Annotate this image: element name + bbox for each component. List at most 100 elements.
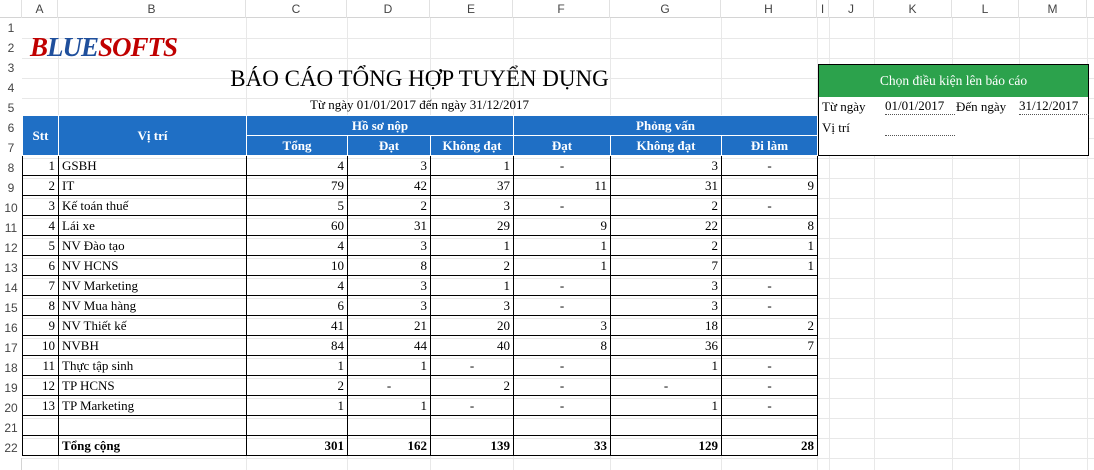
empty-cell[interactable]	[347, 415, 431, 436]
row-interview-passed[interactable]: 9	[513, 215, 611, 236]
column-header-e[interactable]: E	[430, 0, 513, 18]
column-header-m[interactable]: M	[1019, 0, 1087, 18]
row-working[interactable]: -	[721, 355, 818, 376]
row-header-14[interactable]: 14	[0, 278, 22, 298]
row-position[interactable]: NV HCNS	[58, 255, 247, 276]
row-header-6[interactable]: 6	[0, 118, 22, 138]
header-group-profile[interactable]: Hồ sơ nộp	[246, 115, 514, 136]
header-position[interactable]: Vị trí	[58, 115, 247, 156]
row-passed[interactable]: 8	[347, 255, 431, 276]
column-header-f[interactable]: F	[513, 0, 610, 18]
row-interview-passed[interactable]: 1	[513, 255, 611, 276]
position-input[interactable]	[885, 119, 955, 136]
row-working[interactable]: 2	[721, 315, 818, 336]
row-failed[interactable]: 1	[430, 155, 514, 176]
row-position[interactable]: GSBH	[58, 155, 247, 176]
row-passed[interactable]: 3	[347, 155, 431, 176]
column-header-d[interactable]: D	[347, 0, 430, 18]
row-interview-failed[interactable]: 31	[610, 175, 722, 196]
row-header-13[interactable]: 13	[0, 258, 22, 278]
totals-total[interactable]: 301	[246, 435, 348, 456]
row-interview-failed[interactable]: -	[610, 375, 722, 396]
header-stt[interactable]: Stt	[22, 115, 59, 156]
row-interview-passed[interactable]: 11	[513, 175, 611, 196]
row-stt[interactable]: 2	[22, 175, 59, 196]
row-header-19[interactable]: 19	[0, 378, 22, 398]
row-stt[interactable]: 9	[22, 315, 59, 336]
row-passed[interactable]: 3	[347, 275, 431, 296]
row-stt[interactable]: 12	[22, 375, 59, 396]
row-total[interactable]: 2	[246, 375, 348, 396]
row-working[interactable]: -	[721, 155, 818, 176]
column-header-c[interactable]: C	[246, 0, 347, 18]
header-interview-failed[interactable]: Không đạt	[610, 135, 722, 156]
row-stt[interactable]: 1	[22, 155, 59, 176]
column-header-i[interactable]: I	[817, 0, 829, 18]
totals-passed[interactable]: 162	[347, 435, 431, 456]
row-header-17[interactable]: 17	[0, 338, 22, 358]
empty-cell[interactable]	[610, 415, 722, 436]
row-header-22[interactable]: 22	[0, 438, 22, 458]
row-failed[interactable]: 1	[430, 235, 514, 256]
row-stt[interactable]: 6	[22, 255, 59, 276]
header-passed[interactable]: Đạt	[347, 135, 431, 156]
row-failed[interactable]: -	[430, 395, 514, 416]
row-failed[interactable]: 40	[430, 335, 514, 356]
row-working[interactable]: -	[721, 275, 818, 296]
row-header-2[interactable]: 2	[0, 38, 22, 58]
row-position[interactable]: NV Mua hàng	[58, 295, 247, 316]
totals-label[interactable]: Tổng cộng	[58, 435, 247, 456]
empty-cell[interactable]	[58, 415, 247, 436]
row-passed[interactable]: 21	[347, 315, 431, 336]
row-stt[interactable]: 7	[22, 275, 59, 296]
row-interview-passed[interactable]: 3	[513, 315, 611, 336]
from-date-input[interactable]: 01/01/2017	[885, 98, 955, 115]
row-interview-failed[interactable]: 1	[610, 395, 722, 416]
row-working[interactable]: -	[721, 295, 818, 316]
row-passed[interactable]: 42	[347, 175, 431, 196]
row-working[interactable]: -	[721, 395, 818, 416]
empty-cell[interactable]	[721, 415, 818, 436]
totals-interview-passed[interactable]: 33	[513, 435, 611, 456]
row-total[interactable]: 5	[246, 195, 348, 216]
row-interview-failed[interactable]: 2	[610, 195, 722, 216]
row-total[interactable]: 1	[246, 355, 348, 376]
row-total[interactable]: 79	[246, 175, 348, 196]
row-stt[interactable]: 11	[22, 355, 59, 376]
column-header-h[interactable]: H	[721, 0, 817, 18]
row-working[interactable]: 1	[721, 235, 818, 256]
row-failed[interactable]: -	[430, 355, 514, 376]
row-passed[interactable]: 2	[347, 195, 431, 216]
header-group-interview[interactable]: Phỏng vấn	[513, 115, 818, 136]
row-passed[interactable]: 44	[347, 335, 431, 356]
row-failed[interactable]: 20	[430, 315, 514, 336]
row-header-20[interactable]: 20	[0, 398, 22, 418]
column-header-k[interactable]: K	[874, 0, 952, 18]
row-failed[interactable]: 3	[430, 195, 514, 216]
row-interview-passed[interactable]: -	[513, 295, 611, 316]
totals-failed[interactable]: 139	[430, 435, 514, 456]
column-header-b[interactable]: B	[58, 0, 246, 18]
row-passed[interactable]: 3	[347, 295, 431, 316]
row-stt[interactable]: 5	[22, 235, 59, 256]
select-all-corner[interactable]	[0, 0, 22, 18]
row-total[interactable]: 84	[246, 335, 348, 356]
row-stt[interactable]: 10	[22, 335, 59, 356]
row-interview-failed[interactable]: 7	[610, 255, 722, 276]
row-total[interactable]: 4	[246, 235, 348, 256]
row-passed[interactable]: 3	[347, 235, 431, 256]
empty-cell[interactable]	[430, 415, 514, 436]
row-stt[interactable]: 13	[22, 395, 59, 416]
row-interview-failed[interactable]: 3	[610, 295, 722, 316]
row-working[interactable]: 9	[721, 175, 818, 196]
row-total[interactable]: 10	[246, 255, 348, 276]
header-interview-passed[interactable]: Đạt	[513, 135, 611, 156]
row-total[interactable]: 4	[246, 155, 348, 176]
row-failed[interactable]: 2	[430, 255, 514, 276]
column-header-g[interactable]: G	[610, 0, 721, 18]
row-position[interactable]: Lái xe	[58, 215, 247, 236]
row-interview-failed[interactable]: 2	[610, 235, 722, 256]
row-interview-failed[interactable]: 3	[610, 275, 722, 296]
row-interview-failed[interactable]: 1	[610, 355, 722, 376]
row-header-4[interactable]: 4	[0, 78, 22, 98]
